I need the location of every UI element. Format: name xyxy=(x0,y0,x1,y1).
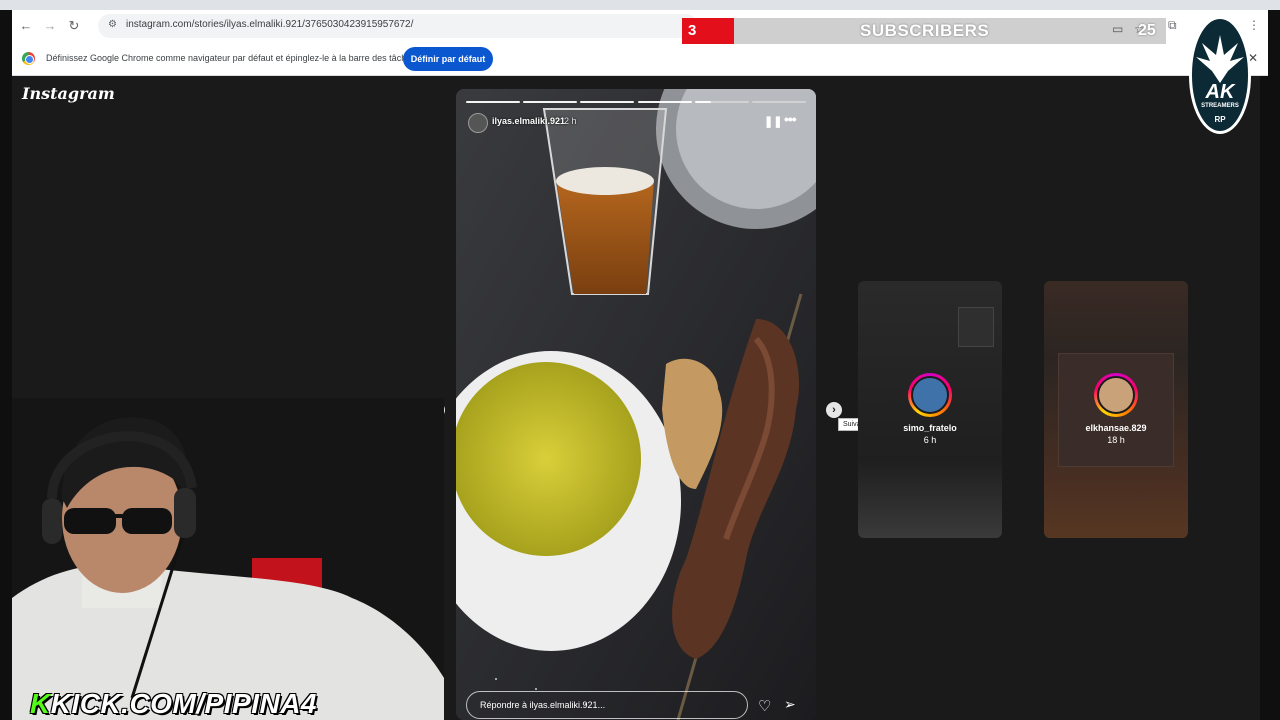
streamer-webcam xyxy=(12,398,444,720)
ak-streamers-badge: AK STREAMERS RP xyxy=(1189,16,1251,134)
instagram-logo[interactable]: Instagram xyxy=(22,84,115,103)
story-avatar xyxy=(1094,373,1138,417)
subscriber-goal-overlay: 3 SUBSCRIBERS ▭ ☆ 25 xyxy=(682,18,1166,44)
kick-channel-banner: KKICK.COM/PIPINA4 xyxy=(30,688,317,720)
default-browser-infobar: Définissez Google Chrome comme navigateu… xyxy=(12,42,1268,76)
story-progress-segment xyxy=(523,101,578,103)
chrome-logo-icon xyxy=(22,52,35,65)
kick-logo-letter: K xyxy=(30,688,51,719)
subscriber-count: 3 xyxy=(682,18,734,44)
badge-subtitle: STREAMERS xyxy=(1201,103,1239,109)
story-author-avatar[interactable] xyxy=(468,113,488,133)
story-progress-segment xyxy=(751,101,806,103)
kick-channel-text: KICK.COM/PIPINA4 xyxy=(50,688,317,719)
pause-icon[interactable]: ❚❚ xyxy=(764,115,782,128)
heart-icon[interactable]: ♡ xyxy=(758,697,771,715)
send-icon[interactable]: ➢ xyxy=(784,696,796,713)
side-story-card[interactable]: elkhansae.829 18 h xyxy=(1044,281,1188,538)
next-story-button[interactable]: › xyxy=(826,402,842,418)
story-progress-segment xyxy=(637,101,692,103)
more-options-icon[interactable]: ••• xyxy=(784,111,797,127)
address-bar[interactable]: ⚙ instagram.com/stories/ilyas.elmaliki.9… xyxy=(98,14,698,38)
subscriber-label: SUBSCRIBERS xyxy=(860,21,990,40)
forward-icon[interactable]: → xyxy=(42,18,58,34)
badge-rp: RP xyxy=(1214,115,1226,124)
story-username: elkhansae.829 xyxy=(1085,423,1147,433)
story-time: 6 h xyxy=(923,435,937,445)
story-progress-fill xyxy=(694,101,711,103)
tab-strip xyxy=(0,0,1280,10)
story-timestamp: 2 h xyxy=(564,116,577,126)
story-photo xyxy=(456,89,816,720)
story-username: simo_fratelo xyxy=(903,423,957,433)
back-icon[interactable]: ← xyxy=(18,18,34,34)
story-time: 18 h xyxy=(1107,435,1125,445)
story-progress-segment xyxy=(580,101,635,103)
cast-icon[interactable]: ▭ xyxy=(1112,22,1123,36)
reply-input[interactable]: Répondre à ilyas.elmaliki.921... xyxy=(466,691,748,719)
story-progress-segment xyxy=(466,101,521,103)
chrome-menu-icon[interactable]: ⋮ xyxy=(1248,18,1260,32)
site-info-icon[interactable]: ⚙ xyxy=(108,19,117,30)
reload-icon[interactable]: ↻ xyxy=(66,18,82,34)
subscriber-goal: 25 xyxy=(1138,22,1156,39)
set-default-button[interactable]: Définir par défaut xyxy=(403,47,493,71)
story-avatar xyxy=(908,373,952,417)
url-text[interactable]: instagram.com/stories/ilyas.elmaliki.921… xyxy=(126,19,413,30)
extensions-icon[interactable]: ⧉ xyxy=(1168,18,1177,33)
story-thumbnail xyxy=(958,307,994,347)
story-author-username[interactable]: ilyas.elmaliki.921 xyxy=(492,116,565,126)
story-viewer[interactable]: ilyas.elmaliki.921 2 h ❚❚ ••• Répondre à… xyxy=(456,89,816,720)
badge-letters: AK xyxy=(1205,81,1235,103)
phoenix-logo-icon xyxy=(1196,35,1244,83)
story-progress-bar xyxy=(466,101,806,103)
infobar-message: Définissez Google Chrome comme navigateu… xyxy=(46,53,416,63)
side-story-card[interactable]: simo_fratelo 6 h xyxy=(858,281,1002,538)
